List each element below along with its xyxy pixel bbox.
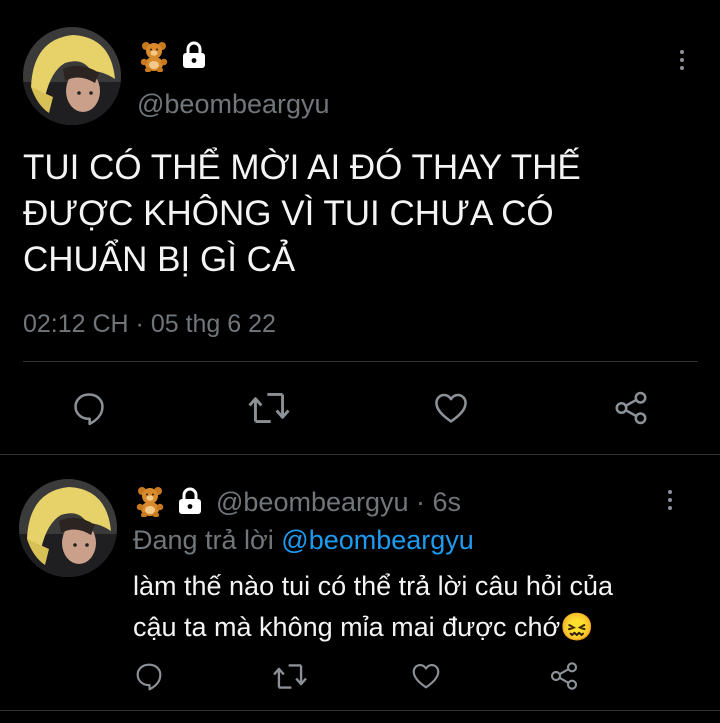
tweet-text-line: ĐƯỢC KHÔNG VÌ TUI CHƯA CÓ [23,194,554,233]
divider [0,710,720,711]
lock-icon [175,486,205,516]
tweet-time[interactable]: · 6s [416,487,461,517]
tweet-text-line: cậu ta mà không mỉa mai được chớ😖 [133,612,594,642]
teddy-bear-icon [134,485,166,518]
tweet-text-line: CHUẨN BỊ GÌ CẢ [23,240,296,279]
author-handle[interactable]: @beombeargyu [216,487,409,517]
avatar[interactable] [19,479,117,577]
retweet-icon[interactable] [272,661,308,692]
tweet-text: TUI CÓ THỂ MỜI AI ĐÓ THAY THẾ ĐƯỢC KHÔNG… [23,145,581,283]
reply-icon[interactable] [133,660,165,692]
more-options-icon[interactable] [678,50,686,70]
retweet-icon[interactable] [247,389,291,427]
teddy-bear-icon [138,40,170,73]
share-icon[interactable] [612,389,650,427]
replying-to-link[interactable]: @beombeargyu [281,525,474,555]
replying-to: Đang trả lời @beombeargyu [133,523,474,557]
reply-icon[interactable] [70,389,108,427]
more-options-icon[interactable] [666,490,674,510]
reply-header: @beombeargyu · 6s [216,486,461,518]
replying-prefix: Đang trả lời [133,525,274,555]
divider [0,454,720,455]
confounded-emoji: 😖 [560,612,594,642]
lock-icon [179,40,209,70]
like-icon[interactable] [432,389,470,427]
author-handle[interactable]: @beombeargyu [137,88,330,120]
share-icon[interactable] [548,660,580,692]
divider [23,361,698,362]
tweet-text-line: TUI CÓ THỂ MỜI AI ĐÓ THAY THẾ [23,148,581,187]
avatar[interactable] [23,27,121,125]
tweet-text: làm thế nào tui có thể trả lời câu hỏi c… [133,566,613,648]
tweet-text-line: làm thế nào tui có thể trả lời câu hỏi c… [133,571,613,601]
tweet-timestamp[interactable]: 02:12 CH · 05 thg 6 22 [23,308,276,340]
like-icon[interactable] [410,660,442,692]
